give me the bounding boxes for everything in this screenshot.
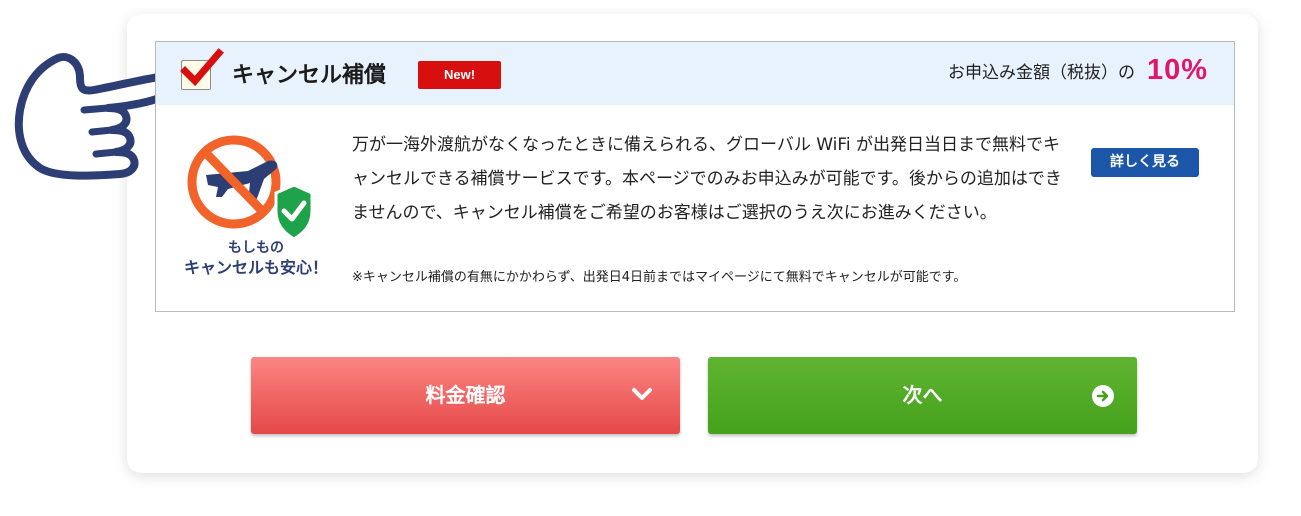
checkmark-icon xyxy=(180,48,224,87)
next-button[interactable]: 次へ xyxy=(708,357,1137,434)
illustration-caption: もしもの キャンセルも安心！ xyxy=(176,238,336,278)
price-label: お申込み金額（税抜）の xyxy=(947,63,1135,83)
caption-line-1: もしもの xyxy=(228,240,284,256)
option-note: ※キャンセル補償の有無にかかわらず、出発日4日前まではマイページにて無料でキャン… xyxy=(352,270,967,285)
price-info: お申込み金額（税抜）の 10% xyxy=(948,54,1208,87)
cancel-insurance-option: キャンセル補償 New! お申込み金額（税抜）の 10% もしもの キャンセルも安… xyxy=(155,41,1235,312)
chevron-down-icon xyxy=(632,388,652,400)
price-check-button[interactable]: 料金確認 xyxy=(251,357,680,434)
option-title: キャンセル補償 xyxy=(232,63,387,88)
price-value: 10% xyxy=(1146,54,1208,86)
caption-line-2: キャンセルも安心！ xyxy=(183,258,328,277)
arrow-right-circle-icon xyxy=(1092,385,1114,407)
cancel-insurance-checkbox[interactable] xyxy=(180,48,224,90)
details-button[interactable]: 詳しく見る xyxy=(1091,148,1199,177)
option-description: 万が一海外渡航がなくなったときに備えられる、グローバル WiFi が出発日当日ま… xyxy=(352,135,1062,223)
next-label: 次へ xyxy=(902,383,943,407)
shield-check-icon xyxy=(274,183,314,241)
new-badge: New! xyxy=(418,61,501,89)
price-check-label: 料金確認 xyxy=(425,383,506,407)
option-header: キャンセル補償 New! お申込み金額（税抜）の 10% xyxy=(156,42,1234,105)
